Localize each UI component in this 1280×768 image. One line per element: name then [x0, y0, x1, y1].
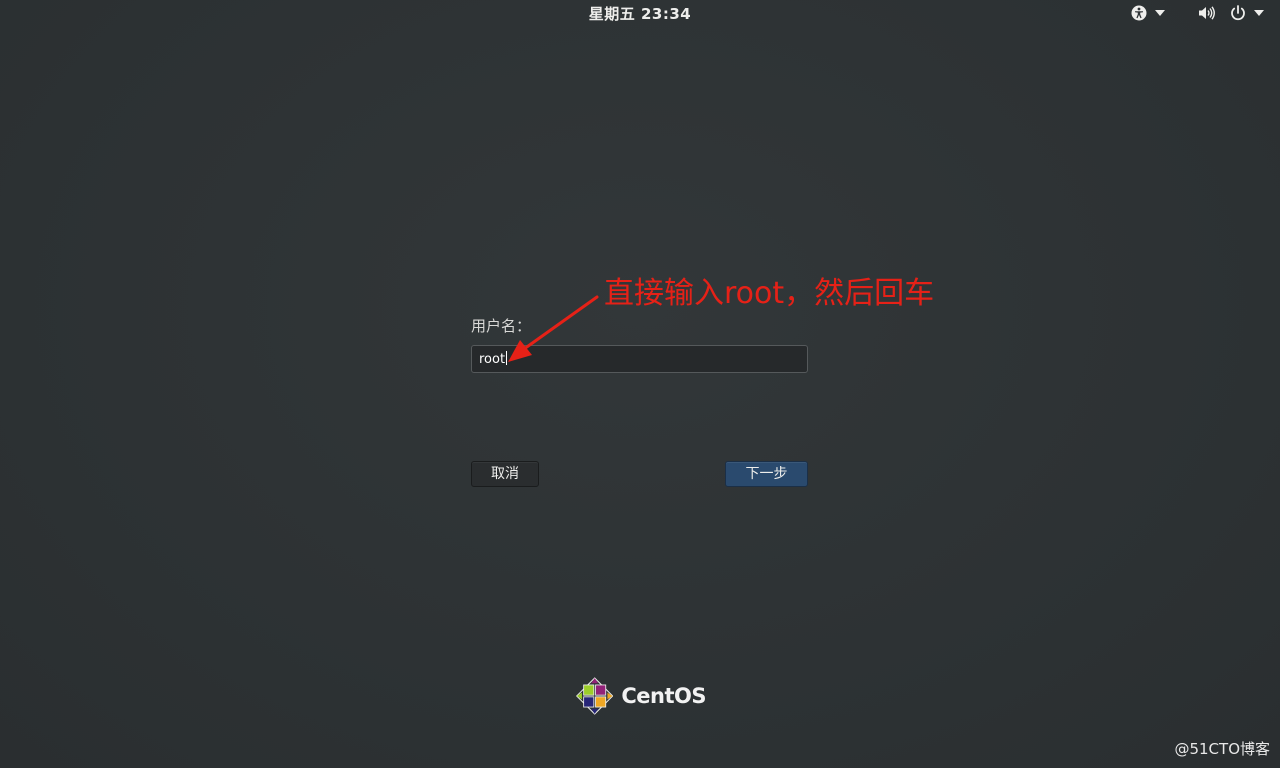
cancel-button[interactable]: 取消: [471, 461, 539, 487]
chevron-down-icon: [1155, 10, 1165, 16]
username-input[interactable]: root: [471, 345, 808, 373]
username-label: 用户名：: [471, 317, 532, 335]
volume-icon: [1199, 6, 1215, 20]
logo-text: CentOS: [621, 684, 706, 708]
login-form: 用户名： root: [471, 316, 808, 373]
clock[interactable]: 星期五 23:34: [0, 3, 1280, 24]
power-icon: [1231, 5, 1245, 21]
accessibility-menu[interactable]: [1131, 4, 1165, 22]
annotation-text: 直接输入root，然后回车: [604, 276, 935, 311]
next-button[interactable]: 下一步: [725, 461, 808, 487]
username-value: root: [479, 352, 506, 367]
top-bar: 星期五 23:34: [0, 0, 1280, 26]
watermark: @51CTO博客: [1174, 740, 1270, 758]
text-cursor: [506, 351, 508, 365]
accessibility-icon: [1131, 5, 1147, 21]
centos-logo-icon: [576, 677, 614, 715]
chevron-down-icon: [1254, 10, 1264, 16]
centos-logo: CentOS: [576, 674, 706, 718]
annotation-arrow: [508, 295, 599, 362]
system-menu[interactable]: [1198, 4, 1264, 22]
